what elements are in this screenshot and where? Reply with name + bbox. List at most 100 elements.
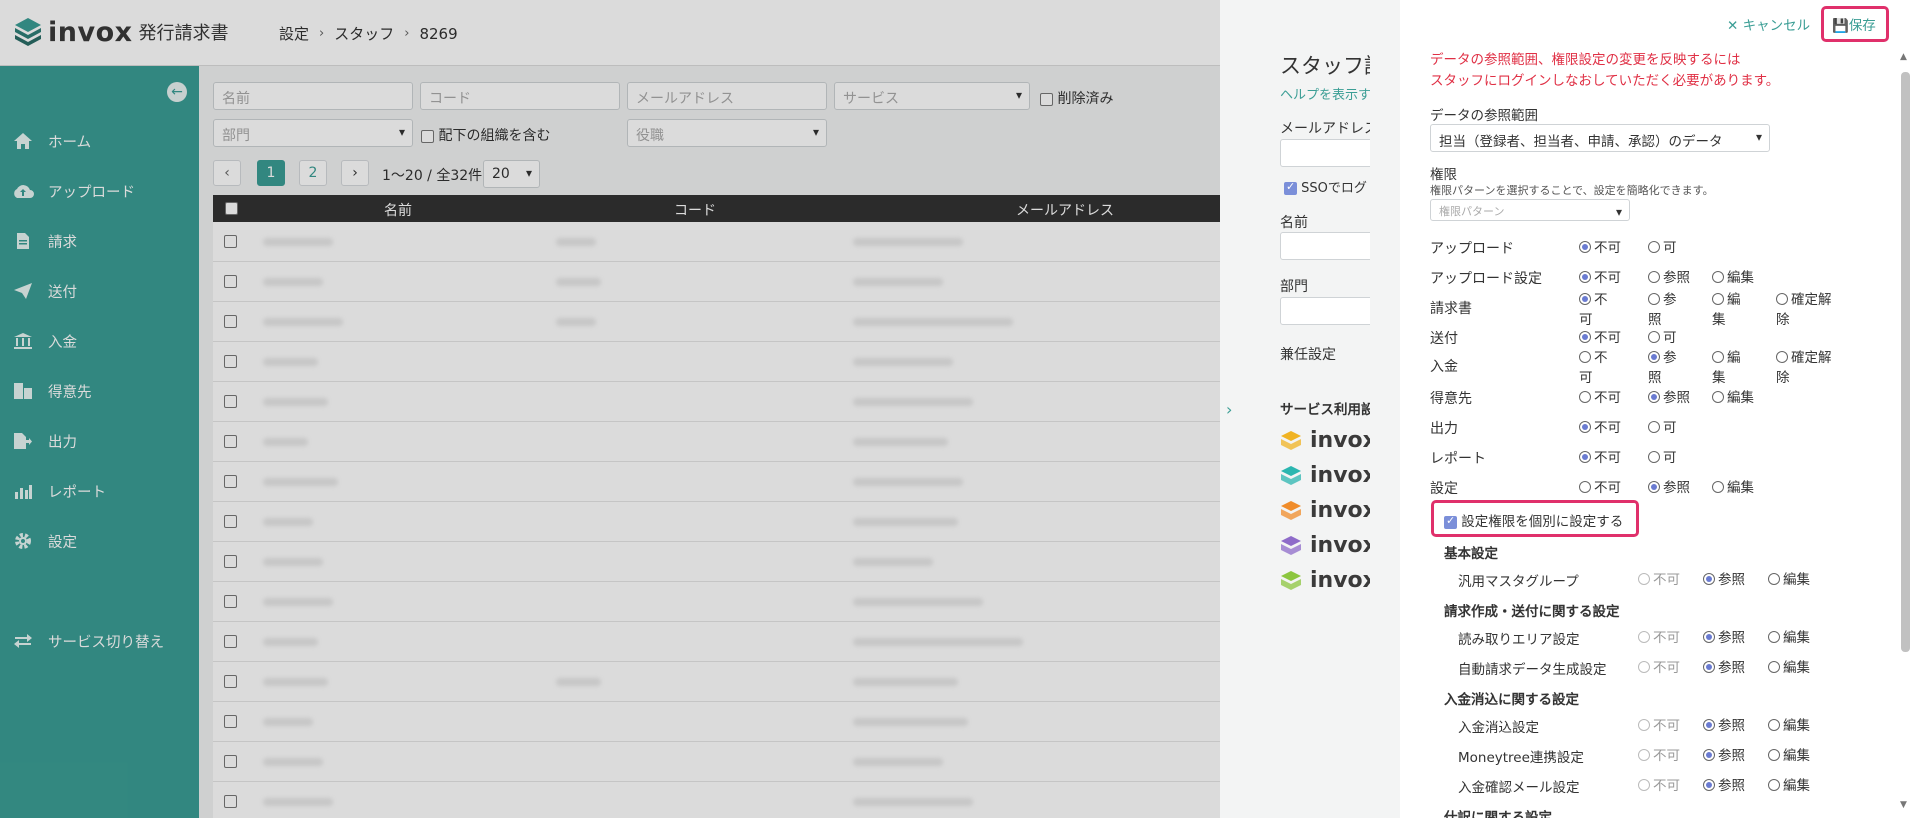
- chevron-right-icon[interactable]: ›: [1226, 400, 1232, 419]
- service-item[interactable]: invox: [1280, 498, 1377, 523]
- permission-label: 権限: [1430, 167, 1457, 183]
- service-item[interactable]: invox: [1280, 463, 1377, 488]
- permission-radio-option[interactable]: 不可: [1579, 418, 1621, 438]
- invox-logo-icon: [1280, 569, 1302, 593]
- permission-radio-option[interactable]: 編集: [1768, 776, 1810, 796]
- app-root: invox 発行請求書 設定 › スタッフ › 8269 ← ホーム アップロー…: [0, 0, 1919, 818]
- cancel-button[interactable]: ✕ キャンセル: [1727, 14, 1810, 34]
- radio-icon: [1579, 451, 1591, 463]
- permission-radio-option[interactable]: 可: [1648, 238, 1677, 258]
- permission-radio-option[interactable]: 編集: [1768, 716, 1810, 736]
- radio-icon: [1703, 749, 1715, 761]
- permission-radio-option[interactable]: 不可: [1579, 478, 1621, 498]
- scroll-up-icon[interactable]: ▲: [1900, 52, 1907, 62]
- service-name: invox: [1310, 428, 1377, 453]
- permission-radio-option[interactable]: 編集: [1768, 658, 1810, 678]
- permission-radio-option[interactable]: 確定解除: [1776, 290, 1838, 330]
- service-item[interactable]: invox: [1280, 533, 1377, 558]
- dept-input[interactable]: [1280, 297, 1380, 325]
- scope-select[interactable]: 担当（登録者、担当者、申請、承認）のデータ: [1430, 124, 1770, 152]
- permission-radio-option[interactable]: 不可: [1638, 628, 1680, 648]
- permission-radio-option[interactable]: 編集: [1712, 388, 1754, 408]
- permission-radio-option[interactable]: 不可: [1579, 448, 1621, 468]
- radio-icon: [1768, 779, 1780, 791]
- permission-radio-option[interactable]: 不可: [1579, 328, 1621, 348]
- permission-radio-option[interactable]: 可: [1648, 448, 1677, 468]
- warning-line-2: スタッフにログインしなおしていただく必要があります。: [1430, 73, 1780, 89]
- permission-radio-option[interactable]: 編集: [1712, 268, 1754, 288]
- permission-radio-option[interactable]: 参照: [1648, 478, 1690, 498]
- scrollbar-thumb[interactable]: [1901, 72, 1910, 652]
- permission-radio-option[interactable]: 編集: [1768, 746, 1810, 766]
- save-label: 保存: [1848, 18, 1876, 34]
- radio-icon: [1579, 481, 1591, 493]
- radio-label: 不可: [1594, 330, 1621, 346]
- permission-radio-option[interactable]: 参照: [1648, 290, 1680, 330]
- permission-radio-option[interactable]: 可: [1648, 418, 1677, 438]
- radio-label: 不可: [1594, 450, 1621, 466]
- permission-radio-option[interactable]: 不可: [1579, 290, 1611, 330]
- permission-radio-option[interactable]: 参照: [1703, 628, 1745, 648]
- radio-icon: [1768, 749, 1780, 761]
- permission-radio-option[interactable]: 不可: [1579, 348, 1611, 388]
- permission-radio-option[interactable]: 参照: [1648, 348, 1680, 388]
- service-item[interactable]: invox: [1280, 568, 1377, 593]
- help-link[interactable]: ヘルプを表示す: [1280, 84, 1371, 103]
- individual-settings-label: 設定権限を個別に設定する: [1461, 514, 1624, 530]
- radio-icon: [1648, 421, 1660, 433]
- close-icon: ✕: [1727, 18, 1739, 34]
- radio-label: 参照: [1663, 390, 1690, 406]
- scope-label: データの参照範囲: [1430, 108, 1538, 124]
- permission-radio-option[interactable]: 不可: [1579, 268, 1621, 288]
- permission-radio-option[interactable]: 不可: [1579, 388, 1621, 408]
- permission-radio-option[interactable]: 参照: [1703, 658, 1745, 678]
- permission-radio-option[interactable]: 編集: [1712, 290, 1744, 330]
- save-icon: 💾: [1832, 18, 1849, 34]
- permission-radio-option[interactable]: 参照: [1703, 570, 1745, 590]
- permission-radio-option[interactable]: 編集: [1712, 348, 1744, 388]
- name-input[interactable]: [1280, 232, 1380, 260]
- radio-icon: [1579, 421, 1591, 433]
- permission-radio-option[interactable]: 不可: [1638, 776, 1680, 796]
- permission-radio-option[interactable]: 参照: [1648, 388, 1690, 408]
- permission-radio-option[interactable]: 編集: [1712, 478, 1754, 498]
- permission-radio-option[interactable]: 確定解除: [1776, 348, 1838, 388]
- permission-radio-option[interactable]: 参照: [1703, 746, 1745, 766]
- permission-radio-option[interactable]: 不可: [1638, 716, 1680, 736]
- save-button[interactable]: 💾保存: [1832, 14, 1876, 34]
- radio-label: 不可: [1653, 660, 1680, 676]
- radio-icon: [1703, 719, 1715, 731]
- scroll-down-icon[interactable]: ▼: [1900, 800, 1907, 810]
- permission-row-label: 出力: [1430, 421, 1458, 437]
- sso-checkbox[interactable]: SSOでログ: [1284, 177, 1367, 196]
- radio-label: 参照: [1718, 660, 1745, 676]
- radio-icon: [1579, 331, 1591, 343]
- settings-section-title: 入金消込に関する設定: [1444, 692, 1579, 708]
- permission-radio-option[interactable]: 参照: [1648, 268, 1690, 288]
- radio-icon: [1579, 391, 1591, 403]
- radio-label: 参照: [1718, 718, 1745, 734]
- permission-radio-option[interactable]: 参照: [1703, 716, 1745, 736]
- permission-radio-option[interactable]: 参照: [1703, 776, 1745, 796]
- service-name: invox: [1310, 568, 1377, 593]
- cancel-label: キャンセル: [1742, 18, 1811, 34]
- permission-radio-option[interactable]: 編集: [1768, 628, 1810, 648]
- radio-icon: [1768, 719, 1780, 731]
- permission-radio-option[interactable]: 不可: [1638, 746, 1680, 766]
- permission-radio-option[interactable]: 不可: [1579, 238, 1621, 258]
- permission-radio-option[interactable]: 可: [1648, 328, 1677, 348]
- permission-pattern-select[interactable]: 権限パターン: [1430, 199, 1630, 221]
- permission-radio-option[interactable]: 編集: [1768, 570, 1810, 590]
- radio-icon: [1703, 661, 1715, 673]
- service-item[interactable]: invox: [1280, 428, 1377, 453]
- radio-icon: [1638, 719, 1650, 731]
- radio-label: 不可: [1653, 718, 1680, 734]
- permission-radio-option[interactable]: 不可: [1638, 658, 1680, 678]
- individual-settings-checkbox[interactable]: 設定権限を個別に設定する: [1444, 510, 1623, 530]
- email-input[interactable]: [1280, 139, 1380, 167]
- modal-overlay[interactable]: [0, 0, 1220, 818]
- permission-row-label: 設定: [1430, 481, 1458, 497]
- permission-radio-option[interactable]: 不可: [1638, 570, 1680, 590]
- radio-icon: [1638, 779, 1650, 791]
- panel-gutter: [1370, 0, 1400, 818]
